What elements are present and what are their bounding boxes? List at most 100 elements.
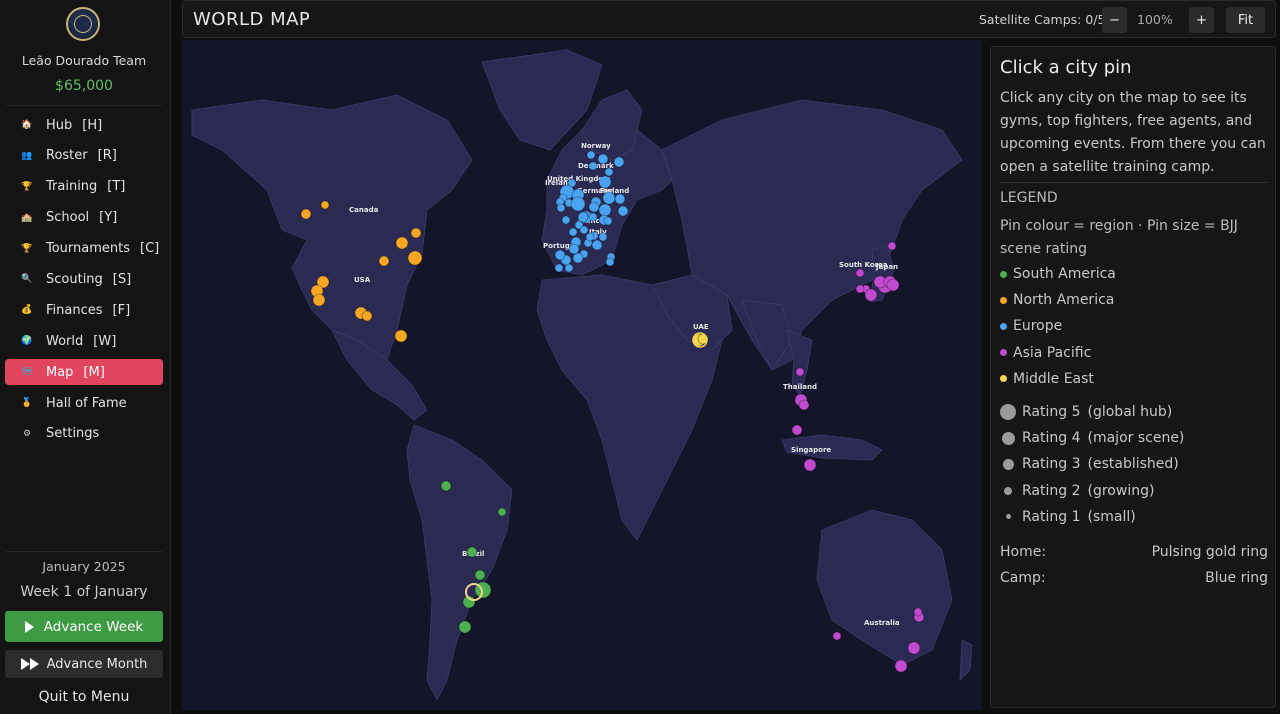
city-pin[interactable] [378, 255, 390, 267]
school-icon: 🏫 [21, 212, 33, 223]
city-pin[interactable] [320, 200, 330, 210]
fast-forward-icon [20, 658, 39, 670]
divider [6, 105, 162, 106]
page-title: WORLD MAP [193, 9, 311, 30]
city-pin[interactable] [564, 263, 574, 273]
rating-label: Rating 1 [1022, 508, 1081, 525]
team-logo [66, 7, 100, 41]
nav-label: Training [46, 179, 98, 195]
city-pin[interactable] [803, 458, 817, 472]
nav-label: Map [46, 364, 74, 380]
city-pin[interactable] [577, 211, 589, 223]
city-pin[interactable] [588, 201, 600, 213]
city-pin[interactable] [791, 424, 803, 436]
nav-label: School [46, 210, 90, 226]
nav-item-map[interactable]: 🗺 Map [M] [5, 359, 163, 386]
globe-icon: 🌍 [21, 336, 33, 347]
city-pin[interactable] [855, 284, 865, 294]
city-pin[interactable] [579, 225, 589, 235]
city-pin[interactable] [832, 631, 842, 641]
nav-shortcut: [M] [83, 364, 105, 380]
city-pin[interactable] [602, 191, 616, 205]
city-pin[interactable] [598, 232, 608, 242]
city-pin[interactable] [561, 215, 571, 225]
sidebar: Leão Dourado Team $65,000 🏠 Hub [H] 👥 Roster… [0, 0, 171, 714]
rating-description: (growing) [1087, 482, 1155, 499]
nav-item-roster[interactable]: 👥 Roster [R] [5, 143, 163, 169]
city-pin[interactable] [798, 399, 810, 411]
city-pin[interactable] [410, 227, 422, 239]
city-pin[interactable] [586, 150, 596, 160]
city-pin[interactable] [588, 212, 598, 222]
city-pin[interactable] [598, 203, 612, 217]
city-pin[interactable] [497, 507, 507, 517]
city-pin[interactable] [605, 257, 615, 267]
city-pin[interactable] [604, 167, 614, 177]
zoom-in-button[interactable]: + [1189, 7, 1214, 33]
advance-week-button[interactable]: Advance Week [5, 611, 163, 642]
city-pin[interactable] [312, 293, 326, 307]
city-pin[interactable] [407, 250, 423, 266]
world-map-canvas[interactable]: NorwayDenmarkUnited KingdomIrelandGerman… [182, 40, 982, 710]
nav-item-scouting[interactable]: 🔍 Scouting [S] [5, 266, 163, 292]
city-pin[interactable] [886, 278, 900, 292]
city-pin[interactable] [894, 659, 908, 673]
quit-to-menu-button[interactable]: Quit to Menu [0, 689, 168, 705]
nav-item-hub[interactable]: 🏠 Hub [H] [5, 112, 163, 138]
city-pin[interactable] [395, 236, 409, 250]
people-icon: 👥 [21, 150, 33, 161]
city-pin[interactable] [598, 175, 612, 189]
city-pin[interactable] [864, 288, 878, 302]
legend-region-asia-pacific: Asia Pacific [1000, 345, 1091, 361]
city-pin[interactable] [855, 268, 865, 278]
city-pin[interactable] [613, 156, 625, 168]
rating-description: (major scene) [1087, 430, 1185, 447]
city-pin[interactable] [603, 216, 613, 226]
city-pin[interactable] [907, 641, 921, 655]
city-pin[interactable] [795, 367, 805, 377]
nav-item-school[interactable]: 🏫 School [Y] [5, 205, 163, 231]
city-pin[interactable] [568, 227, 578, 237]
city-pin[interactable] [570, 196, 586, 212]
city-pin[interactable] [458, 620, 472, 634]
city-pin[interactable] [913, 607, 923, 617]
city-pin[interactable] [887, 241, 897, 251]
rating-size-dot [1000, 404, 1016, 420]
nav-item-finances[interactable]: 💰 Finances [F] [5, 297, 163, 323]
nav-item-world[interactable]: 🌍 World [W] [5, 328, 163, 354]
zoom-out-button[interactable]: − [1102, 7, 1127, 33]
city-pin[interactable] [440, 480, 452, 492]
nav-item-hall-of-fame[interactable]: 🏅 Hall of Fame [5, 390, 163, 416]
advance-month-button[interactable]: Advance Month [5, 650, 163, 678]
city-pin[interactable] [554, 249, 566, 261]
city-pin[interactable] [361, 310, 373, 322]
city-pin[interactable] [585, 232, 595, 242]
nav-label: Tournaments [46, 241, 131, 257]
fit-button[interactable]: Fit [1226, 7, 1265, 33]
city-pin[interactable] [617, 205, 629, 217]
legend-colour-note: Pin colour = region · Pin size = BJJ sce… [1000, 218, 1238, 257]
trophy-icon: 🏆 [21, 243, 33, 254]
city-pin[interactable] [588, 161, 598, 171]
house-icon: 🏠 [21, 120, 33, 130]
world-map[interactable]: NorwayDenmarkUnited KingdomIrelandGerman… [182, 40, 982, 710]
city-pin[interactable] [300, 208, 312, 220]
city-pin[interactable] [554, 263, 564, 273]
city-pin[interactable] [614, 193, 626, 205]
city-pin[interactable] [568, 243, 580, 255]
city-pin[interactable] [394, 329, 408, 343]
team-name: Leão Dourado Team [21, 53, 147, 68]
nav-item-settings[interactable]: ⚙ Settings [5, 421, 163, 447]
nav-shortcut: [F] [112, 302, 131, 318]
region-color-dot [1000, 322, 1007, 330]
city-pin[interactable] [474, 569, 486, 581]
city-pin[interactable] [466, 546, 478, 558]
city-pin[interactable] [591, 239, 603, 251]
panel-title: Click a city pin [1000, 57, 1132, 78]
city-pin[interactable] [597, 153, 609, 165]
city-pin[interactable] [556, 203, 566, 213]
nav-item-training[interactable]: 🏆 Training [T] [5, 174, 163, 200]
nav-label: Finances [46, 302, 103, 318]
city-pin[interactable] [572, 252, 584, 264]
nav-item-tournaments[interactable]: 🏆 Tournaments [C] [5, 236, 163, 262]
